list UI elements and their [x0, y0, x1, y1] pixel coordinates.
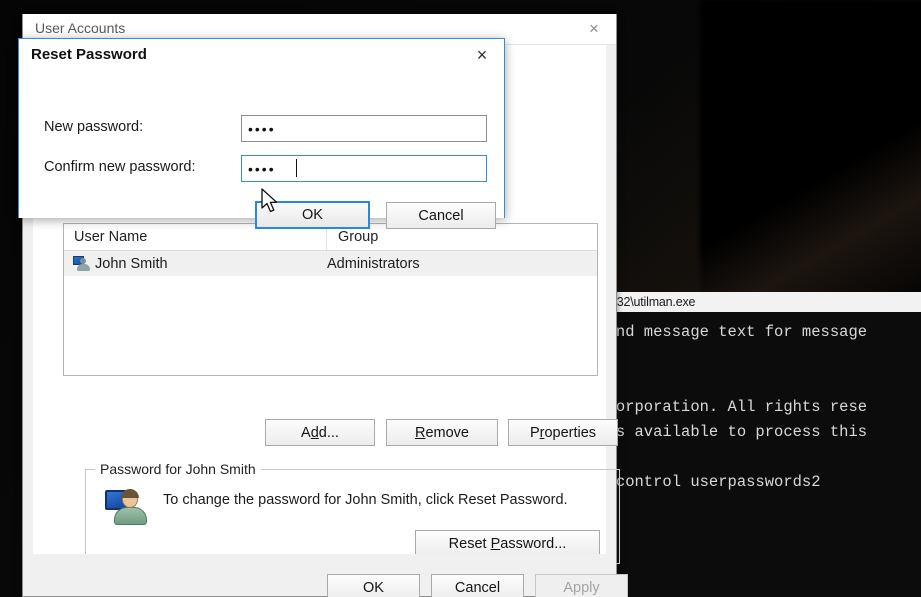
user-monitor-icon	[73, 256, 90, 271]
remove-label-post: emove	[425, 424, 469, 441]
remove-label-accel: R	[414, 424, 426, 441]
command-prompt-output: find message text for message . t Corpor…	[606, 323, 868, 541]
window-title: User Accounts	[35, 20, 126, 36]
screen: n32\utilman.exe find message text for me…	[0, 0, 921, 597]
close-icon[interactable]: ×	[572, 14, 616, 44]
reset-password-body: New password: Confirm new password: OK C…	[19, 71, 504, 229]
add-label-pre: A	[301, 424, 311, 441]
cell-user-name: John Smith	[64, 256, 316, 272]
table-row[interactable]: John Smith Administrators	[64, 251, 597, 276]
remove-user-button[interactable]: Remove	[386, 419, 498, 446]
properties-button[interactable]: Properties	[508, 419, 618, 446]
dialog-cancel-button[interactable]: Cancel	[386, 202, 496, 229]
confirm-new-password-label: Confirm new password:	[44, 159, 196, 175]
command-prompt-window[interactable]: n32\utilman.exe find message text for me…	[606, 292, 921, 597]
properties-label-pre: P	[529, 424, 540, 441]
cell-group: Administrators	[327, 255, 420, 272]
user-name-text: John Smith	[95, 255, 168, 272]
reset-label-accel: P	[490, 536, 501, 552]
text-caret	[296, 159, 297, 177]
command-prompt-titlebar: n32\utilman.exe	[606, 292, 921, 312]
properties-label-post: operties	[544, 424, 597, 441]
add-label-accel: d	[310, 424, 319, 441]
reset-password-titlebar: Reset Password ×	[19, 39, 504, 71]
dialog-ok-button[interactable]: OK	[255, 201, 370, 229]
user-list[interactable]: User Name Group John Smith Administrator…	[63, 223, 598, 376]
close-icon[interactable]: ×	[460, 39, 504, 71]
add-user-button[interactable]: Add...	[265, 419, 375, 446]
reset-label-post: assword...	[500, 536, 567, 552]
ok-button[interactable]: OK	[327, 574, 420, 597]
add-label-post: d...	[318, 424, 339, 441]
dialog-title: Reset Password	[31, 46, 147, 63]
reset-password-dialog[interactable]: Reset Password × New password: Confirm n…	[18, 38, 505, 229]
password-group-title: Password for John Smith	[95, 461, 261, 477]
apply-button: Apply	[535, 574, 628, 597]
new-password-label: New password:	[44, 119, 144, 135]
user-monitor-icon	[105, 488, 149, 526]
reset-label-pre: Reset	[448, 536, 491, 552]
wallpaper-rock-edge	[700, 0, 921, 300]
user-accounts-footer	[23, 554, 616, 596]
cancel-button[interactable]: Cancel	[431, 574, 524, 597]
confirm-new-password-input[interactable]	[241, 155, 487, 182]
new-password-input[interactable]	[241, 115, 487, 142]
password-instruction-text: To change the password for John Smith, c…	[163, 492, 568, 508]
